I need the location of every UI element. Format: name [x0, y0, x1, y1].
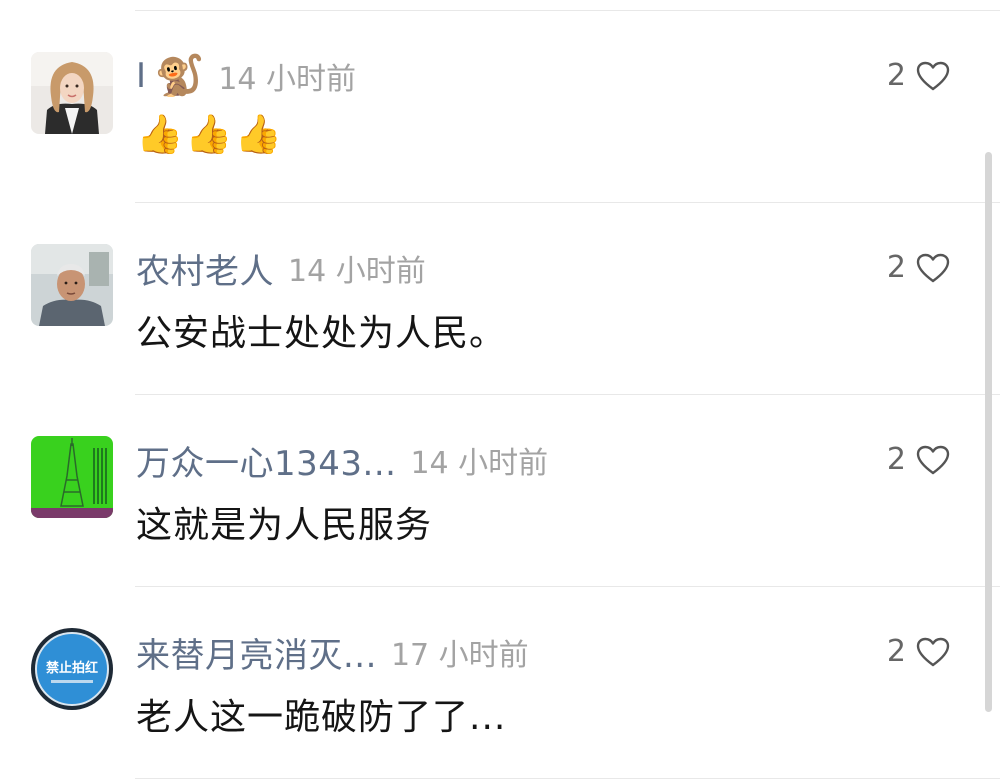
comment-header: 农村老人 14 小时前	[136, 244, 426, 293]
like-count: 2	[886, 634, 906, 669]
comment-item[interactable]: 农村老人 14 小时前 公安战士处处为人民。 2	[0, 192, 1000, 384]
timestamp: 17 小时前	[390, 638, 529, 673]
blue-round-sign-icon: 禁止拍红	[31, 628, 113, 710]
tower-green-icon	[31, 436, 113, 518]
heart-icon	[916, 637, 950, 666]
scrollbar[interactable]	[985, 152, 992, 712]
avatar-sign-text: 禁止拍红	[46, 660, 98, 676]
heart-icon	[916, 445, 950, 474]
comment-header: 万众一心1343... 14 小时前	[136, 436, 549, 485]
like-count: 2	[886, 442, 906, 477]
divider	[135, 778, 1000, 779]
like-button[interactable]: 2	[887, 58, 950, 93]
comment-text: 👍👍👍	[136, 112, 284, 156]
username[interactable]: 万众一心1343...	[136, 436, 396, 485]
comment-list: I 🐒 14 小时前 👍👍👍 2 农村老人 14 小时前 公安战士处处为人民。 …	[0, 0, 1000, 784]
timestamp: 14 小时前	[410, 446, 549, 481]
comment-item[interactable]: 禁止拍红 来替月亮消灭... 17 小时前 老人这一跪破防了了... 2	[0, 576, 1000, 768]
username[interactable]: I	[136, 56, 147, 96]
comment-item[interactable]: I 🐒 14 小时前 👍👍👍 2	[0, 0, 1000, 192]
like-button[interactable]: 2	[887, 250, 950, 285]
comment-text: 这就是为人民服务	[136, 505, 433, 546]
like-button[interactable]: 2	[887, 442, 950, 477]
comment-header: I 🐒 14 小时前	[136, 54, 356, 98]
comment-text: 公安战士处处为人民。	[136, 313, 507, 354]
like-count: 2	[886, 58, 906, 93]
avatar[interactable]: 禁止拍红	[31, 628, 113, 710]
comment-header: 来替月亮消灭... 17 小时前	[136, 628, 529, 677]
heart-icon	[916, 61, 950, 90]
woman-portrait-icon	[31, 52, 113, 134]
comment-item[interactable]: 万众一心1343... 14 小时前 这就是为人民服务 2	[0, 384, 1000, 576]
avatar[interactable]	[31, 52, 113, 134]
avatar[interactable]	[31, 436, 113, 518]
like-count: 2	[886, 250, 906, 285]
timestamp: 14 小时前	[218, 62, 357, 97]
avatar[interactable]	[31, 244, 113, 326]
like-button[interactable]: 2	[887, 634, 950, 669]
heart-icon	[916, 253, 950, 282]
username[interactable]: 来替月亮消灭...	[136, 628, 377, 677]
elderly-man-portrait-icon	[31, 244, 113, 326]
comment-text: 老人这一跪破防了了...	[136, 697, 507, 738]
username[interactable]: 农村老人	[136, 244, 274, 293]
timestamp: 14 小时前	[288, 254, 426, 289]
monkey-emoji-icon: 🐒	[154, 53, 205, 99]
